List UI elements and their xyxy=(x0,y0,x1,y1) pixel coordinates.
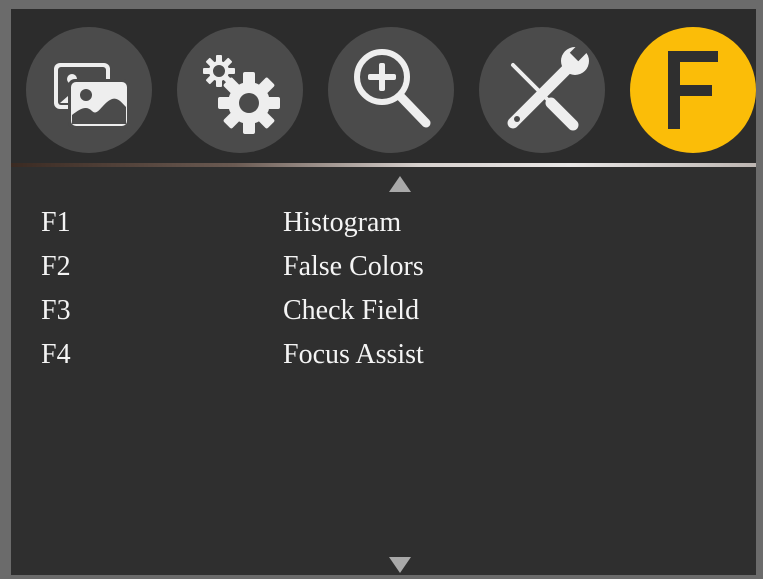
function-label: Check Field xyxy=(283,295,420,326)
list-item-f3[interactable]: F3 Check Field xyxy=(11,293,756,337)
device-frame: F1 Histogram F2 False Colors F3 Check Fi… xyxy=(0,0,763,579)
function-key: F4 xyxy=(41,339,71,370)
images-icon xyxy=(54,63,130,129)
list-item-f1[interactable]: F1 Histogram xyxy=(11,205,756,249)
tab-images[interactable] xyxy=(26,27,152,153)
function-key: F2 xyxy=(41,251,71,282)
menu-screen: F1 Histogram F2 False Colors F3 Check Fi… xyxy=(11,9,756,575)
function-f-icon xyxy=(668,51,718,129)
settings-gears-icon xyxy=(203,55,280,134)
function-label: Focus Assist xyxy=(283,339,424,370)
function-key: F3 xyxy=(41,295,71,326)
tab-bar-divider xyxy=(11,163,756,167)
zoom-in-icon xyxy=(354,49,431,128)
function-label: Histogram xyxy=(283,207,402,238)
tab-settings[interactable] xyxy=(177,27,303,153)
function-label: False Colors xyxy=(283,251,424,282)
list-item-f2[interactable]: F2 False Colors xyxy=(11,249,756,293)
tab-function[interactable] xyxy=(630,27,756,153)
function-key: F1 xyxy=(41,207,71,238)
down-arrow-icon[interactable] xyxy=(389,557,411,573)
function-list: F1 Histogram F2 False Colors F3 Check Fi… xyxy=(11,205,756,381)
tab-tools[interactable] xyxy=(479,27,605,153)
tab-zoom[interactable] xyxy=(328,27,454,153)
up-arrow-icon[interactable] xyxy=(389,176,411,192)
tools-icon xyxy=(507,42,589,131)
list-item-f4[interactable]: F4 Focus Assist xyxy=(11,337,756,381)
menu-tab-bar xyxy=(11,9,756,164)
